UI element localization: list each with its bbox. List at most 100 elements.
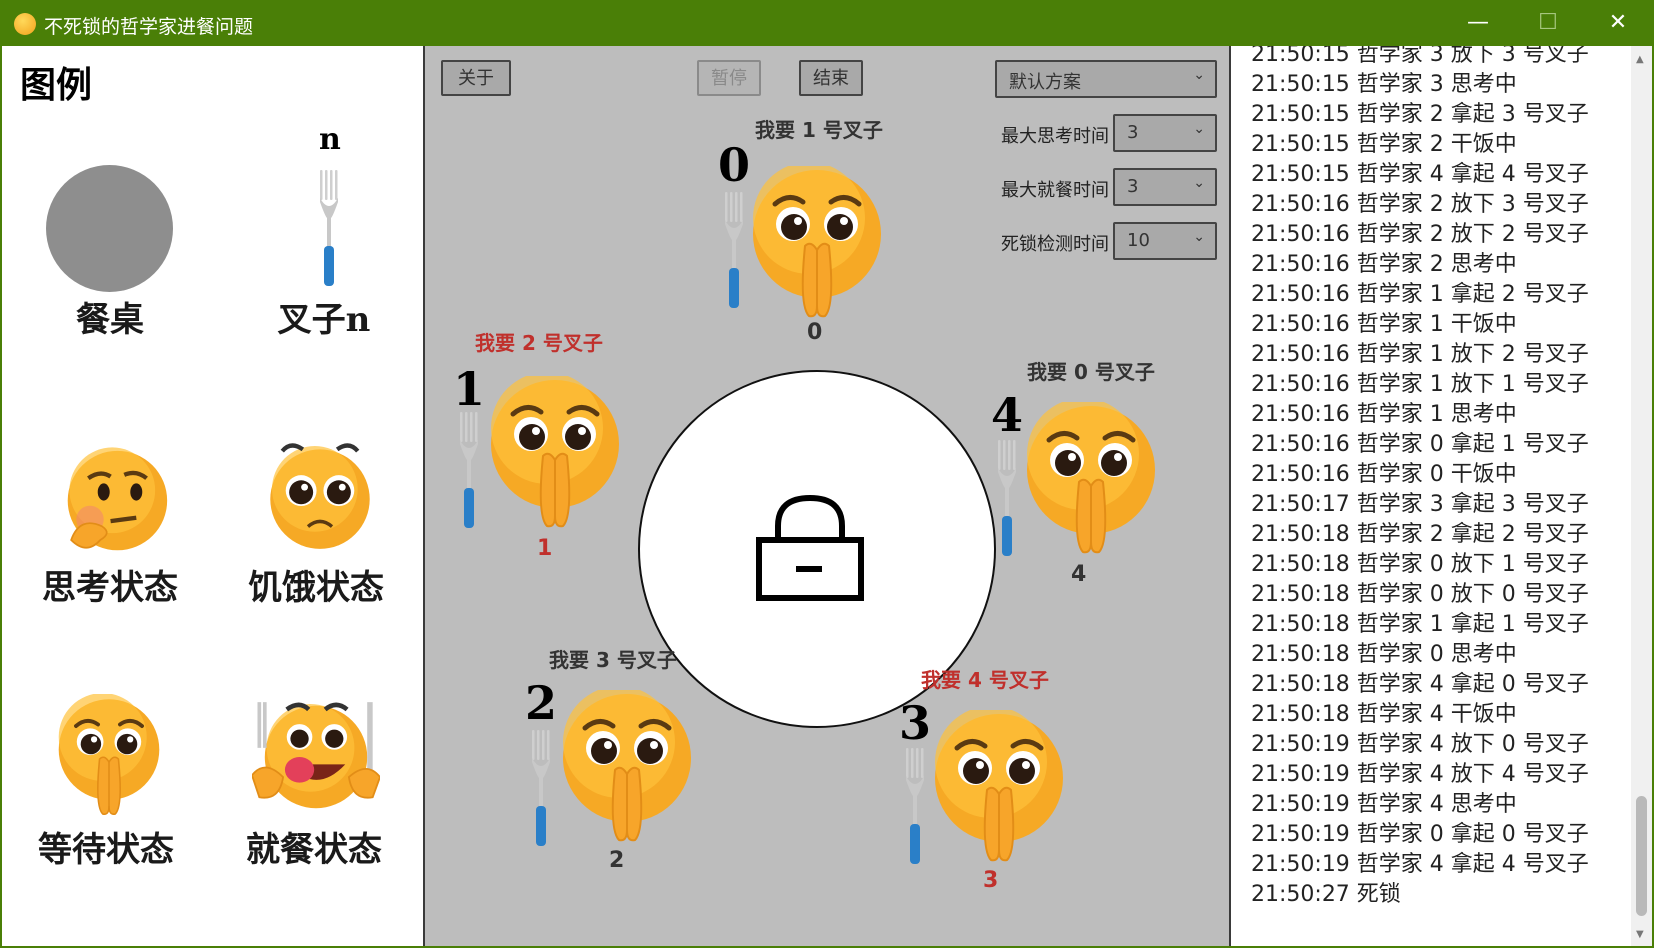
- philosopher-4-waiting-icon: [1021, 402, 1161, 558]
- log-line: 21:50:18 哲学家 0 放下 0 号叉子: [1251, 582, 1589, 607]
- philosopher-4-request: 我要 0 号叉子: [1027, 360, 1155, 384]
- legend-fork-n: n: [319, 122, 341, 157]
- log-line: 21:50:16 哲学家 1 放下 2 号叉子: [1251, 342, 1589, 367]
- simulation-panel: 关于 暂停 结束 默认方案 ⌄ 最大思考时间 3 ⌄ 最大就餐时间 3 ⌄ 死锁…: [423, 46, 1231, 946]
- legend-label-fork: 叉子n: [277, 300, 371, 340]
- log-line: 21:50:16 哲学家 1 干饭中: [1251, 312, 1517, 337]
- end-button[interactable]: 结束: [799, 60, 863, 96]
- log-line: 21:50:16 哲学家 1 思考中: [1251, 402, 1517, 427]
- legend-label-eating: 就餐状态: [246, 830, 382, 870]
- philosopher-0-id: 0: [807, 320, 823, 345]
- scheme-value: 默认方案: [1009, 72, 1081, 93]
- event-log[interactable]: 21:50:15 哲学家 3 放下 3 号叉子 21:50:15 哲学家 3 思考…: [1231, 46, 1652, 946]
- thinking-face-icon: [67, 447, 168, 551]
- fork-3-number: 3: [899, 696, 932, 750]
- log-line: 21:50:19 哲学家 4 思考中: [1251, 792, 1517, 817]
- log-line: 21:50:16 哲学家 2 思考中: [1251, 252, 1517, 277]
- close-button[interactable]: ✕: [1583, 0, 1653, 46]
- log-scrollbar[interactable]: ▲ ▼: [1631, 46, 1652, 946]
- scroll-down-icon[interactable]: ▼: [1636, 929, 1644, 940]
- log-line: 21:50:18 哲学家 4 干饭中: [1251, 702, 1517, 727]
- legend-label-thinking: 思考状态: [42, 568, 178, 608]
- deadlock-check-label: 死锁检测时间: [1001, 234, 1109, 255]
- philosopher-3-waiting-icon: [929, 710, 1069, 866]
- max-think-value: 3: [1127, 122, 1139, 143]
- minimize-button[interactable]: —: [1443, 0, 1513, 46]
- log-line: 21:50:15 哲学家 2 拿起 3 号叉子: [1251, 102, 1589, 127]
- max-eat-select[interactable]: 3 ⌄: [1113, 168, 1217, 206]
- title-bar: 不死锁的哲学家进餐问题 — ☐ ✕: [0, 0, 1654, 46]
- log-line: 21:50:18 哲学家 2 拿起 2 号叉子: [1251, 522, 1589, 547]
- deadlock-check-select[interactable]: 10 ⌄: [1113, 222, 1217, 260]
- log-line: 21:50:15 哲学家 3 思考中: [1251, 72, 1517, 97]
- legend-heading: 图例: [20, 64, 93, 106]
- scheme-select[interactable]: 默认方案 ⌄: [995, 60, 1217, 98]
- eating-face-icon: [252, 702, 380, 809]
- chevron-down-icon: ⌄: [1193, 67, 1205, 83]
- deadlock-check-value: 10: [1127, 230, 1150, 251]
- log-line: 21:50:18 哲学家 4 拿起 0 号叉子: [1251, 672, 1589, 697]
- fork-4-number: 4: [991, 388, 1024, 442]
- philosopher-2-id: 2: [609, 848, 625, 873]
- pause-button[interactable]: 暂停: [697, 60, 761, 96]
- log-line: 21:50:16 哲学家 2 放下 2 号叉子: [1251, 222, 1589, 247]
- philosopher-0-request: 我要 1 号叉子: [755, 118, 883, 142]
- philosopher-3-id: 3: [983, 868, 999, 893]
- log-line: 21:50:16 哲学家 0 干饭中: [1251, 462, 1517, 487]
- log-line: 21:50:27 死锁: [1251, 882, 1401, 907]
- waiting-face-icon: [56, 694, 162, 817]
- max-eat-label: 最大就餐时间: [1001, 180, 1109, 201]
- window-title: 不死锁的哲学家进餐问题: [44, 16, 254, 38]
- fork-1-number: 1: [453, 362, 486, 416]
- thinking-face-icon: [14, 13, 36, 35]
- philosopher-2-waiting-icon: [557, 690, 697, 846]
- philosopher-1-request: 我要 2 号叉子: [475, 331, 603, 355]
- fork-legend-icon: [320, 170, 338, 286]
- log-line: 21:50:19 哲学家 4 拿起 4 号叉子: [1251, 852, 1589, 877]
- log-line: 21:50:18 哲学家 0 思考中: [1251, 642, 1517, 667]
- philosopher-1-id: 1: [537, 536, 553, 561]
- fork-0-icon: [725, 192, 743, 308]
- max-think-select[interactable]: 3 ⌄: [1113, 114, 1217, 152]
- max-eat-value: 3: [1127, 176, 1139, 197]
- philosopher-2-request: 我要 3 号叉子: [549, 648, 677, 672]
- log-line: 21:50:18 哲学家 0 放下 1 号叉子: [1251, 552, 1589, 577]
- log-line: 21:50:16 哲学家 2 放下 3 号叉子: [1251, 192, 1589, 217]
- log-line: 21:50:16 哲学家 1 放下 1 号叉子: [1251, 372, 1589, 397]
- log-line: 21:50:15 哲学家 3 放下 3 号叉子: [1251, 46, 1589, 67]
- chevron-down-icon: ⌄: [1193, 121, 1205, 137]
- fork-1-icon: [460, 412, 478, 528]
- philosopher-4-id: 4: [1071, 562, 1087, 587]
- chevron-down-icon: ⌄: [1193, 229, 1205, 245]
- about-button[interactable]: 关于: [441, 60, 511, 96]
- legend-label-table: 餐桌: [76, 300, 144, 340]
- log-line: 21:50:18 哲学家 1 拿起 1 号叉子: [1251, 612, 1589, 637]
- hungry-face-icon: [270, 443, 370, 549]
- table-legend-icon: [46, 165, 173, 292]
- fork-0-number: 0: [718, 138, 751, 192]
- philosopher-1-waiting-icon: [485, 376, 625, 532]
- legend-panel: 图例 餐桌 n 叉子n 思考状态 饥饿状态 等待状态 就餐状态: [2, 46, 423, 946]
- fork-4-icon: [998, 440, 1016, 556]
- fork-2-icon: [532, 730, 550, 846]
- scroll-up-icon[interactable]: ▲: [1636, 54, 1644, 65]
- log-line: 21:50:15 哲学家 2 干饭中: [1251, 132, 1517, 157]
- log-line: 21:50:19 哲学家 4 放下 4 号叉子: [1251, 762, 1589, 787]
- log-line: 21:50:19 哲学家 4 放下 0 号叉子: [1251, 732, 1589, 757]
- legend-label-waiting: 等待状态: [38, 830, 174, 870]
- log-line: 21:50:16 哲学家 0 拿起 1 号叉子: [1251, 432, 1589, 457]
- lock-icon: [756, 494, 864, 601]
- fork-3-icon: [906, 748, 924, 864]
- maximize-button[interactable]: ☐: [1513, 0, 1583, 46]
- philosopher-3-request: 我要 4 号叉子: [921, 668, 1049, 692]
- max-think-label: 最大思考时间: [1001, 126, 1109, 147]
- fork-2-number: 2: [525, 676, 558, 730]
- log-line: 21:50:17 哲学家 3 拿起 3 号叉子: [1251, 492, 1589, 517]
- scrollbar-thumb[interactable]: [1636, 796, 1647, 916]
- chevron-down-icon: ⌄: [1193, 175, 1205, 191]
- legend-label-hungry: 饥饿状态: [248, 568, 384, 608]
- log-line: 21:50:19 哲学家 0 拿起 0 号叉子: [1251, 822, 1589, 847]
- log-line: 21:50:15 哲学家 4 拿起 4 号叉子: [1251, 162, 1589, 187]
- philosopher-0-waiting-icon: [747, 166, 887, 322]
- log-line: 21:50:16 哲学家 1 拿起 2 号叉子: [1251, 282, 1589, 307]
